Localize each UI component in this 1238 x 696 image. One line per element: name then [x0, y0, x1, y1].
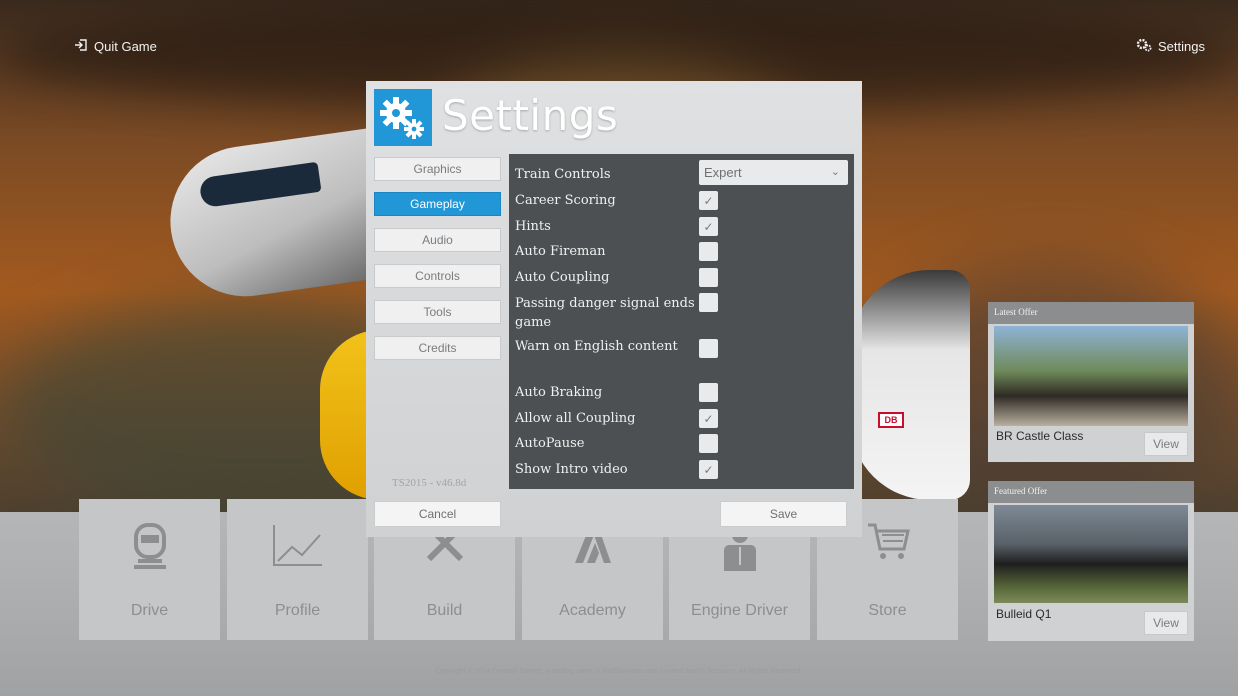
tab-audio[interactable]: Audio: [374, 228, 501, 252]
train-controls-label: Train Controls: [515, 167, 611, 182]
option-label: Auto Coupling: [515, 270, 610, 285]
tile-profile[interactable]: Profile: [227, 499, 368, 640]
show-intro-video-checkbox[interactable]: ✓: [699, 460, 718, 479]
quit-game-label: Quit Game: [94, 39, 157, 54]
tile-label: Drive: [130, 602, 169, 619]
option-label: Passing danger signal ends game: [515, 296, 695, 330]
db-train-right: [850, 270, 970, 500]
option-label: Career Scoring: [515, 193, 616, 208]
copyright-text: Copyright © 2014 Dovetail Games, a tradi…: [435, 668, 803, 675]
option-label: Show Intro video: [515, 462, 628, 477]
checkmark-icon: ✓: [703, 462, 714, 477]
allow-all-coupling-checkbox[interactable]: ✓: [699, 409, 718, 428]
exit-icon: [74, 38, 88, 55]
tile-label: Profile: [274, 602, 321, 619]
auto-braking-checkbox[interactable]: [699, 383, 718, 402]
passing-danger-signal-checkbox[interactable]: [699, 293, 718, 312]
gameplay-settings-panel: Train Controls Expert ⌄ Career Scoring ✓…: [509, 154, 854, 489]
auto-fireman-checkbox[interactable]: [699, 242, 718, 261]
checkmark-icon: ✓: [703, 411, 714, 426]
offer-heading: Featured Offer: [988, 481, 1194, 503]
checkmark-icon: ✓: [703, 193, 714, 208]
db-logo: DB: [878, 412, 904, 428]
dialog-title: Settings: [442, 91, 619, 140]
tile-label: Academy: [559, 602, 626, 619]
tab-graphics[interactable]: Graphics: [374, 157, 501, 181]
tile-label: Build: [426, 602, 463, 619]
offer-title: Bulleid Q1: [996, 607, 1052, 621]
option-label: Hints: [515, 219, 551, 234]
offer-title: BR Castle Class: [996, 429, 1084, 443]
quit-game-button[interactable]: Quit Game: [74, 38, 157, 55]
autopause-checkbox[interactable]: [699, 434, 718, 453]
tab-controls[interactable]: Controls: [374, 264, 501, 288]
view-button[interactable]: View: [1144, 432, 1188, 456]
version-label: TS2015 - v46.8d: [392, 477, 467, 489]
warn-english-content-checkbox[interactable]: [699, 339, 718, 358]
tab-tools[interactable]: Tools: [374, 300, 501, 324]
option-label: Auto Braking: [515, 385, 603, 400]
offer-image: [994, 505, 1188, 603]
chevron-down-icon: ⌄: [830, 166, 840, 178]
hints-checkbox[interactable]: ✓: [699, 217, 718, 236]
view-button[interactable]: View: [1144, 611, 1188, 635]
settings-label: Settings: [1158, 39, 1205, 54]
train-controls-value: Expert: [704, 165, 742, 180]
option-label: Allow all Coupling: [515, 411, 636, 426]
gears-icon: [1136, 38, 1152, 55]
save-button[interactable]: Save: [720, 501, 847, 527]
cancel-button[interactable]: Cancel: [374, 501, 501, 527]
featured-offer-card[interactable]: Featured Offer Bulleid Q1 View: [988, 481, 1194, 641]
tile-drive[interactable]: Drive: [79, 499, 220, 640]
tab-gameplay[interactable]: Gameplay: [374, 192, 501, 216]
checkmark-icon: ✓: [703, 219, 714, 234]
offer-image: [994, 326, 1188, 426]
train-controls-select[interactable]: Expert ⌄: [699, 160, 848, 185]
settings-dialog: Settings Graphics Gameplay Audio Control…: [366, 81, 862, 537]
career-scoring-checkbox[interactable]: ✓: [699, 191, 718, 210]
option-label: Warn on English content: [515, 339, 678, 354]
chart-icon: [272, 525, 322, 566]
auto-coupling-checkbox[interactable]: [699, 268, 718, 287]
latest-offer-card[interactable]: Latest Offer BR Castle Class View: [988, 302, 1194, 462]
tile-label: Store: [868, 602, 907, 619]
option-label: AutoPause: [515, 436, 585, 451]
cart-icon: [867, 523, 910, 559]
offer-heading: Latest Offer: [988, 302, 1194, 324]
option-label: Auto Fireman: [515, 244, 606, 259]
tile-label: Engine Driver: [691, 602, 788, 619]
train-icon: [133, 523, 166, 569]
tab-credits[interactable]: Credits: [374, 336, 501, 360]
settings-gears-icon: [374, 89, 432, 146]
settings-button[interactable]: Settings: [1136, 38, 1205, 55]
